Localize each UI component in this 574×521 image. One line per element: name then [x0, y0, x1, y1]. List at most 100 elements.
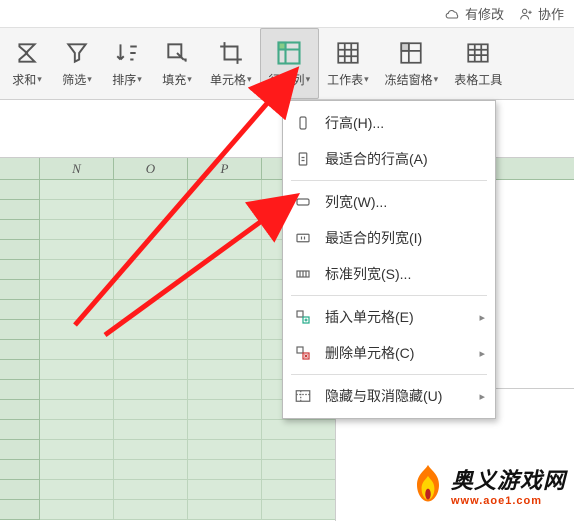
cell[interactable] [188, 200, 262, 220]
menu-item-rowheight[interactable]: 行高(H)... [283, 105, 495, 141]
cell[interactable] [114, 400, 188, 420]
cell[interactable] [114, 220, 188, 240]
cell[interactable] [40, 380, 114, 400]
select-all-corner[interactable] [0, 158, 40, 179]
col-header-o[interactable]: O [114, 158, 188, 179]
cell[interactable] [188, 280, 262, 300]
cell[interactable] [114, 280, 188, 300]
tabletools-tool[interactable]: 表格工具 [446, 28, 510, 99]
cell[interactable] [40, 200, 114, 220]
cell[interactable] [40, 460, 114, 480]
cell[interactable] [188, 260, 262, 280]
cell[interactable] [188, 240, 262, 260]
cell[interactable] [40, 220, 114, 240]
cell[interactable] [40, 360, 114, 380]
col-header-p[interactable]: P [188, 158, 262, 179]
cell[interactable] [114, 420, 188, 440]
cell[interactable] [114, 440, 188, 460]
cell[interactable] [114, 340, 188, 360]
row-header[interactable] [0, 480, 40, 500]
cell[interactable] [188, 400, 262, 420]
cell[interactable] [262, 480, 336, 500]
row-header[interactable] [0, 300, 40, 320]
modified-indicator[interactable]: 有修改 [445, 4, 504, 23]
menu-item-stdcolwidth[interactable]: 标准列宽(S)... [283, 256, 495, 292]
menu-item-deletecell[interactable]: 删除单元格(C)▸ [283, 335, 495, 371]
row-header[interactable] [0, 420, 40, 440]
row-header[interactable] [0, 240, 40, 260]
row-header[interactable] [0, 280, 40, 300]
menu-item-label: 删除单元格(C) [325, 343, 414, 363]
cell[interactable] [188, 300, 262, 320]
row-header[interactable] [0, 200, 40, 220]
row-header[interactable] [0, 440, 40, 460]
cell[interactable] [262, 420, 336, 440]
menu-item-bestcolwidth[interactable]: 最适合的列宽(I) [283, 220, 495, 256]
row-header[interactable] [0, 320, 40, 340]
menu-item-colwidth[interactable]: 列宽(W)... [283, 184, 495, 220]
cell[interactable] [114, 360, 188, 380]
cell[interactable] [40, 180, 114, 200]
cell[interactable] [40, 400, 114, 420]
cell[interactable] [40, 500, 114, 520]
fill-tool[interactable]: 填充▾ [152, 28, 202, 99]
cell[interactable] [188, 420, 262, 440]
col-header-n[interactable]: N [40, 158, 114, 179]
cell[interactable] [188, 180, 262, 200]
cell[interactable] [114, 260, 188, 280]
row-header[interactable] [0, 400, 40, 420]
menu-item-bestrowheight[interactable]: 最适合的行高(A) [283, 141, 495, 177]
cell[interactable] [188, 220, 262, 240]
cell-tool[interactable]: 单元格▾ [202, 28, 260, 99]
worksheet-tool[interactable]: 工作表▾ [319, 28, 377, 99]
cell[interactable] [188, 460, 262, 480]
cell[interactable] [40, 300, 114, 320]
row-header[interactable] [0, 340, 40, 360]
cell[interactable] [188, 480, 262, 500]
cell[interactable] [188, 340, 262, 360]
filter-tool[interactable]: 筛选▾ [52, 28, 102, 99]
cell[interactable] [114, 380, 188, 400]
cell[interactable] [262, 500, 336, 520]
cell[interactable] [188, 360, 262, 380]
row-header[interactable] [0, 460, 40, 480]
cell[interactable] [114, 320, 188, 340]
collaboration-button[interactable]: 协作 [518, 4, 564, 23]
cell[interactable] [262, 460, 336, 480]
cell[interactable] [40, 260, 114, 280]
sum-tool[interactable]: 求和▾ [2, 28, 52, 99]
cell[interactable] [114, 200, 188, 220]
freeze-tool[interactable]: 冻结窗格▾ [377, 28, 447, 99]
menu-separator [291, 374, 487, 375]
cell[interactable] [114, 460, 188, 480]
cell[interactable] [40, 480, 114, 500]
cell[interactable] [114, 240, 188, 260]
row-header[interactable] [0, 500, 40, 520]
grid-icon [334, 39, 362, 67]
cell[interactable] [40, 320, 114, 340]
cell[interactable] [40, 440, 114, 460]
cell[interactable] [188, 440, 262, 460]
cell[interactable] [40, 240, 114, 260]
cell[interactable] [262, 440, 336, 460]
row-header[interactable] [0, 380, 40, 400]
cell[interactable] [188, 500, 262, 520]
cell[interactable] [40, 420, 114, 440]
row-header[interactable] [0, 360, 40, 380]
cell[interactable] [114, 500, 188, 520]
sort-tool[interactable]: 排序▾ [102, 28, 152, 99]
menu-item-hideunhide[interactable]: 隐藏与取消隐藏(U)▸ [283, 378, 495, 414]
row-header[interactable] [0, 180, 40, 200]
rowcol-tool[interactable]: 行和列▾ [260, 28, 320, 99]
fill-label: 填充 [162, 71, 186, 88]
cell[interactable] [188, 380, 262, 400]
menu-item-insertcell[interactable]: 插入单元格(E)▸ [283, 299, 495, 335]
cell[interactable] [40, 280, 114, 300]
cell[interactable] [114, 180, 188, 200]
row-header[interactable] [0, 260, 40, 280]
row-header[interactable] [0, 220, 40, 240]
cell[interactable] [40, 340, 114, 360]
cell[interactable] [188, 320, 262, 340]
cell[interactable] [114, 480, 188, 500]
cell[interactable] [114, 300, 188, 320]
